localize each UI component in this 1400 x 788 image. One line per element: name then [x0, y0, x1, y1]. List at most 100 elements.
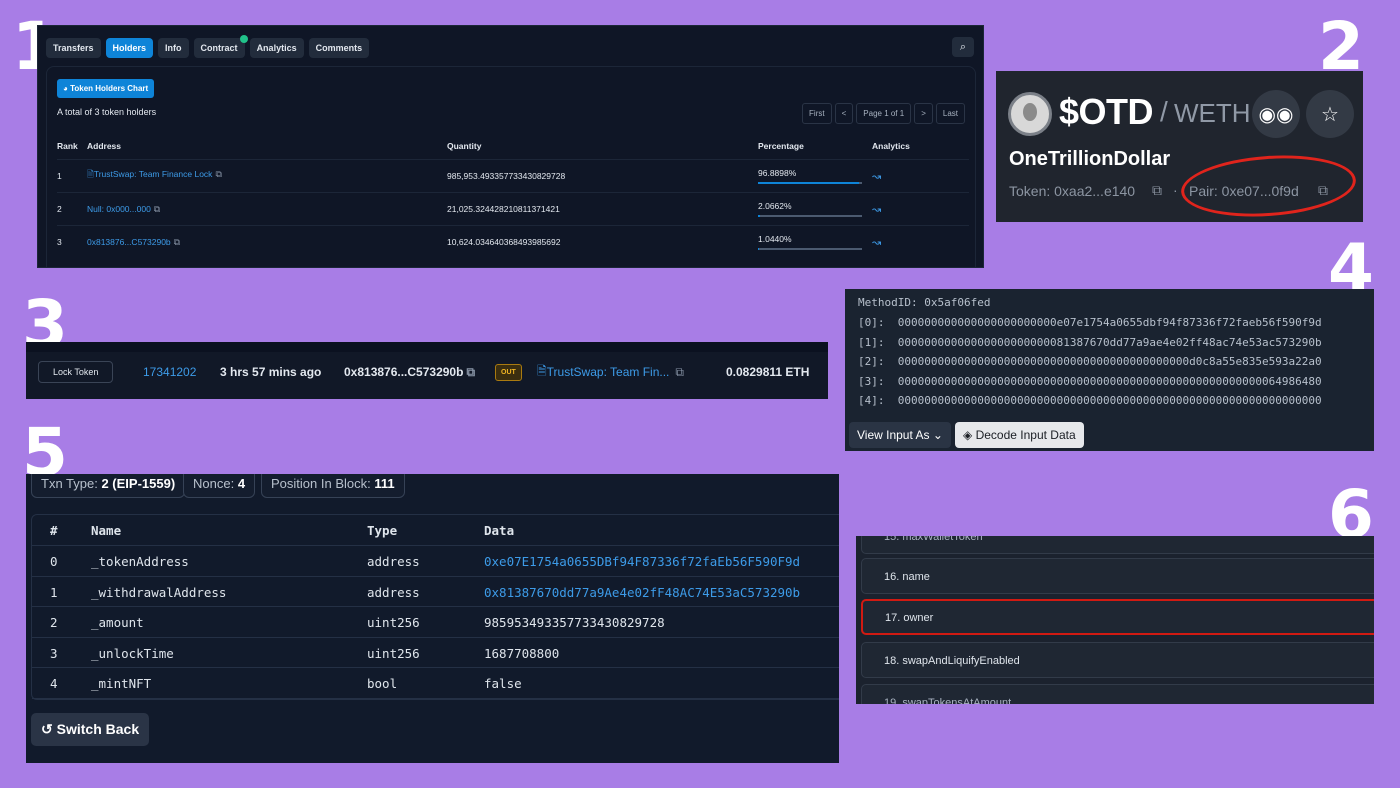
copy-icon[interactable]: ⧉	[466, 365, 475, 380]
percentage-bar	[758, 182, 862, 184]
address-link[interactable]: 🗎TrustSwap: Team Finance Lock ⧉	[87, 169, 222, 183]
from-address: 0x813876...C573290b ⧉	[344, 361, 475, 383]
type-cell: address	[367, 584, 420, 600]
input-data-panel: MethodID: 0x5af06fed [0]: 00000000000000…	[845, 289, 1374, 451]
token-symbol: $OTD	[1059, 91, 1154, 132]
switch-back-button[interactable]: ↺ Switch Back	[31, 713, 150, 746]
binoculars-button[interactable]: ◉◉	[1252, 90, 1300, 138]
copy-icon[interactable]: ⧉	[154, 204, 160, 214]
tab-bar: Transfers Holders Info Contract Analytic…	[46, 35, 370, 58]
tab-info[interactable]: Info	[158, 38, 189, 58]
function-item[interactable]: 19. swapTokensAtAmount	[861, 684, 1374, 704]
col-rank: Rank	[57, 141, 78, 151]
decoded-table-header: # Name Type Data	[32, 515, 839, 546]
copy-icon[interactable]: ⧉	[675, 365, 684, 380]
undo-icon: ↺	[41, 721, 53, 737]
table-row: 1 🗎TrustSwap: Team Finance Lock ⧉ 985,953…	[57, 159, 969, 192]
address-link[interactable]: 0x813876...C573290b ⧉	[87, 237, 180, 248]
col-quantity: Quantity	[447, 141, 482, 151]
copy-icon[interactable]: ⧉	[215, 169, 221, 179]
type-cell: uint256	[367, 615, 420, 630]
tx-value: 0.0829811 ETH	[726, 365, 810, 379]
tab-comments[interactable]: Comments	[308, 38, 370, 58]
pagination: First < Page 1 of 1 > Last	[802, 103, 965, 124]
type-cell: bool	[367, 676, 398, 691]
decode-button-label: Decode Input Data	[975, 428, 1076, 442]
type-cell: address	[367, 554, 420, 569]
switch-back-label: Switch Back	[56, 721, 140, 737]
chip-label: Position In Block:	[271, 476, 375, 491]
col-type: Type	[367, 523, 398, 538]
col-data: Data	[484, 523, 515, 538]
input-line: [4]: 00000000000000000000000000000000000…	[858, 394, 1322, 407]
analytics-chart-icon[interactable]: ↝	[872, 203, 881, 216]
quantity-cell: 985,953.493357733430829728	[447, 171, 566, 181]
chip-label: Txn Type:	[41, 476, 102, 491]
search-button[interactable]: ⌕	[952, 37, 974, 57]
data-link[interactable]: 0x81387670dd77a9Ae4e02fF48AC74E53aC57329…	[484, 585, 800, 600]
table-row: 2 Null: 0x000...000 ⧉ 21,025.324428210811…	[57, 192, 969, 225]
percentage-text: 2.0662%	[758, 201, 792, 211]
block-link[interactable]: 17341202	[143, 361, 196, 383]
data-cell: 1687708800	[484, 645, 560, 661]
position-chip: Position In Block: 111	[261, 474, 405, 498]
tab-holders[interactable]: Holders	[105, 38, 154, 58]
data-link[interactable]: 0xe07E1754a0655DBf94F87336f72faEb56F590F…	[484, 554, 800, 569]
first-page-button[interactable]: First	[802, 103, 832, 124]
total-holders-text: A total of 3 token holders	[57, 107, 157, 117]
table-row: 3 _unlockTime uint256 1687708800	[32, 638, 839, 668]
prev-page-button[interactable]: <	[834, 103, 854, 124]
tab-contract-label: Contract	[200, 43, 238, 53]
nonce-chip: Nonce: 4	[183, 474, 256, 498]
name-cell: _mintNFT	[91, 676, 152, 691]
table-row: 0 _tokenAddress address 0xe07E1754a0655D…	[32, 546, 839, 577]
token-holders-chart-button[interactable]: ◕ Token Holders Chart	[57, 79, 155, 98]
data-cell: 985953493357733430829728	[484, 615, 665, 630]
address-text: Null: 0x000...000	[87, 203, 151, 214]
token-logo	[1008, 92, 1052, 136]
next-page-button[interactable]: >	[914, 103, 933, 124]
tab-contract[interactable]: Contract	[193, 35, 248, 58]
tx-age: 3 hrs 57 mins ago	[220, 365, 322, 379]
quote-token: WETH	[1174, 98, 1251, 128]
analytics-chart-icon[interactable]: ↝	[872, 170, 881, 183]
function-item[interactable]: 16. name	[861, 558, 1374, 594]
percentage-cell: 1.0440%	[758, 234, 862, 250]
tab-transfers[interactable]: Transfers	[46, 38, 101, 58]
star-icon: ☆	[1321, 103, 1339, 126]
pair-separator: /	[1160, 96, 1168, 127]
decode-input-button[interactable]: ◈ Decode Input Data	[955, 422, 1084, 448]
token-name: OneTrillionDollar	[1009, 148, 1171, 170]
index-cell: 4	[50, 676, 58, 691]
favorite-button[interactable]: ☆	[1306, 90, 1354, 138]
function-item[interactable]: 18. swapAndLiquifyEnabled	[861, 642, 1374, 678]
input-line: [2]: 00000000000000000000000000000000000…	[858, 355, 1322, 368]
to-address-link[interactable]: 🗎 TrustSwap: Team Fin... ⧉	[537, 361, 684, 383]
decoded-data-panel: Txn Type: 2 (EIP-1559) Nonce: 4 Position…	[26, 474, 839, 763]
function-item[interactable]: 15. maxWalletToken	[861, 536, 1374, 554]
percentage-bar	[758, 215, 862, 217]
address-link[interactable]: Null: 0x000...000 ⧉	[87, 204, 160, 215]
function-item-owner[interactable]: 17. owner	[861, 599, 1374, 635]
table-row: 1 _withdrawalAddress address 0x81387670d…	[32, 577, 839, 607]
copy-icon[interactable]: ⧉	[174, 237, 180, 247]
highlight-circle	[1179, 149, 1358, 222]
copy-token-icon[interactable]: ⧉	[1152, 182, 1162, 199]
holders-card: ◕ Token Holders Chart A total of 3 token…	[46, 66, 976, 267]
txn-type-chip: Txn Type: 2 (EIP-1559)	[31, 474, 186, 498]
col-name: Name	[91, 523, 122, 538]
chevron-down-icon: ⌄	[932, 428, 943, 442]
tab-analytics[interactable]: Analytics	[249, 38, 304, 58]
analytics-chart-icon[interactable]: ↝	[872, 236, 881, 249]
to-address-text: TrustSwap: Team Fin...	[546, 365, 670, 379]
col-percentage: Percentage	[758, 141, 804, 151]
binoculars-icon: ◉◉	[1258, 103, 1294, 126]
rank-cell: 3	[57, 237, 62, 247]
col-address: Address	[87, 141, 122, 151]
view-input-as-dropdown[interactable]: View Input As ⌄	[849, 422, 951, 448]
address-text: 0x813876...C573290b	[87, 236, 171, 247]
data-cell: false	[484, 676, 522, 691]
percentage-bar-fill	[758, 215, 761, 217]
percentage-bar-fill	[758, 248, 760, 250]
last-page-button[interactable]: Last	[935, 103, 965, 124]
